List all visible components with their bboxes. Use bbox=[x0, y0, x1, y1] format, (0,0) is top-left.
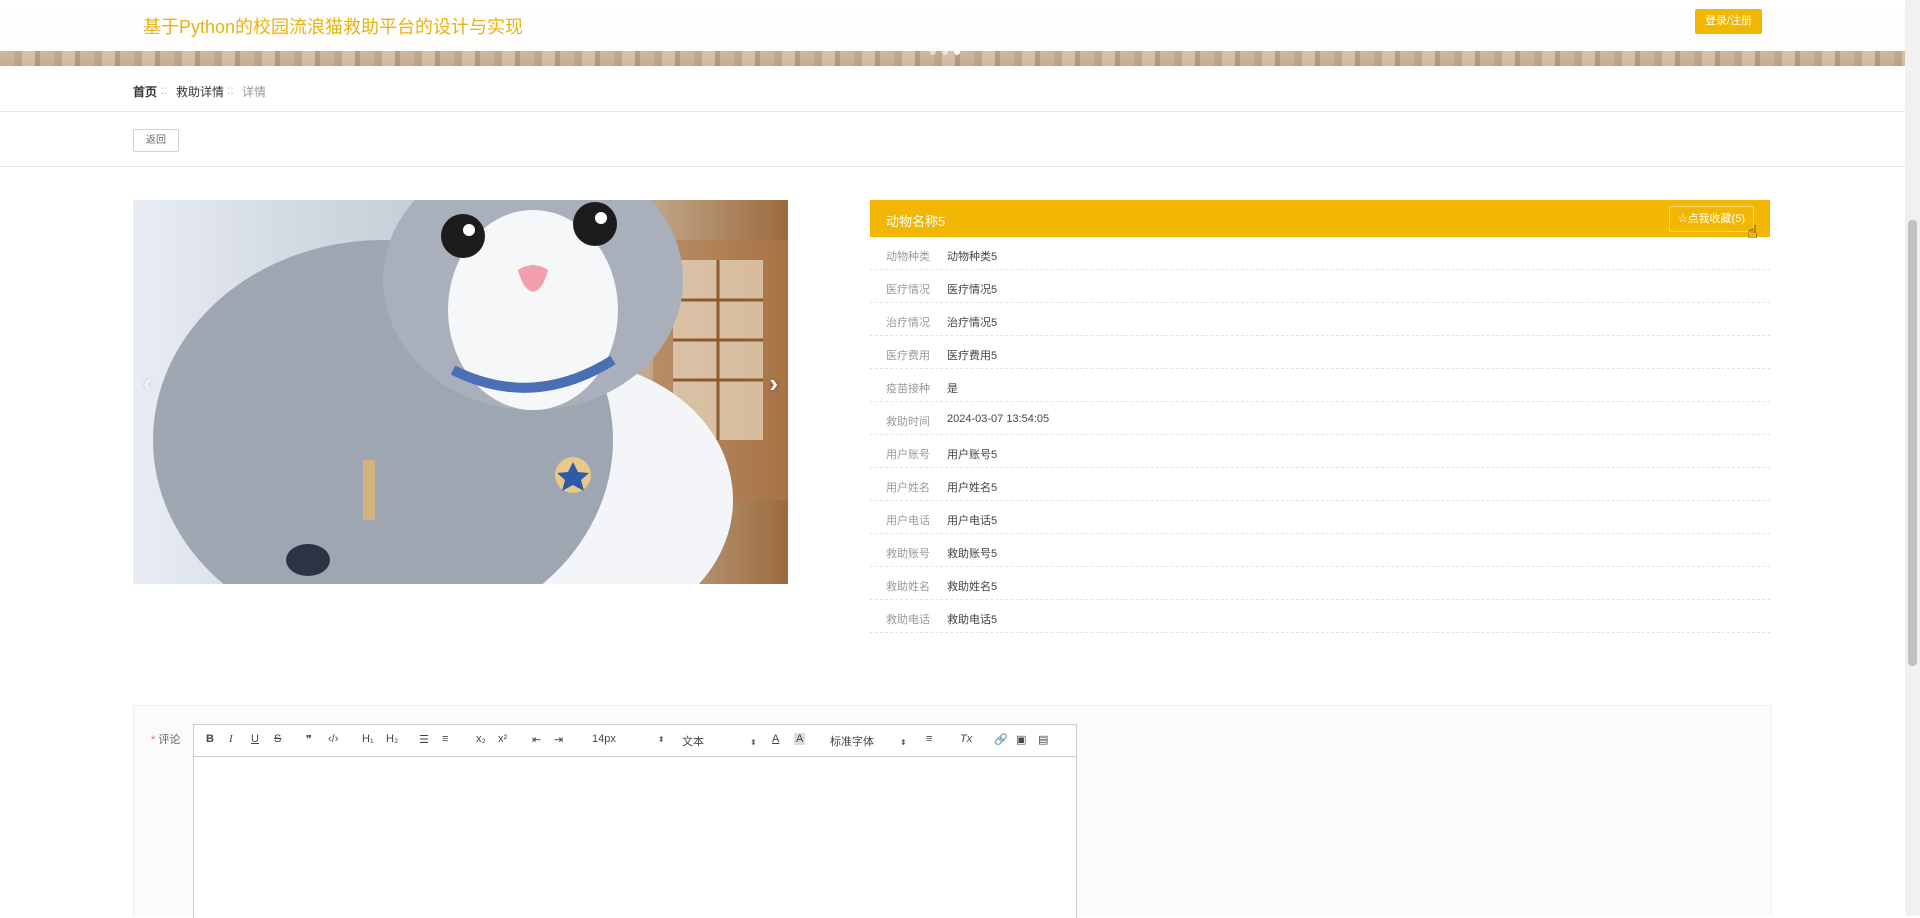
carousel-dot[interactable] bbox=[930, 49, 936, 55]
carousel-dot[interactable] bbox=[942, 49, 948, 55]
detail-row: 救助电话 救助电话5 bbox=[870, 600, 1770, 633]
detail-row: 医疗费用 医疗费用5 bbox=[870, 336, 1770, 369]
detail-row: 救助账号 救助账号5 bbox=[870, 534, 1770, 567]
underline-button[interactable]: U bbox=[251, 733, 259, 745]
comment-textarea[interactable] bbox=[194, 757, 1076, 917]
breadcrumb-separator: :: bbox=[161, 83, 168, 97]
comment-editor: B I U S ❞ ‹/› H₁ H₂ ☰ ≡ x₂ x² ⇤ ⇥ 14px ⬍ … bbox=[193, 724, 1077, 918]
detail-row: 用户姓名 用户姓名5 bbox=[870, 468, 1770, 501]
detail-key: 用户电话 bbox=[886, 515, 930, 527]
carousel-next-arrow[interactable]: › bbox=[769, 368, 778, 399]
superscript-button[interactable]: x² bbox=[498, 733, 507, 745]
breadcrumb-section[interactable]: 救助详情 bbox=[176, 83, 224, 100]
breadcrumb-separator: :: bbox=[227, 83, 234, 97]
code-block-icon[interactable]: ‹/› bbox=[328, 733, 338, 745]
detail-row: 治疗情况 治疗情况5 bbox=[870, 303, 1770, 336]
scrollbar-thumb[interactable] bbox=[1908, 220, 1917, 666]
detail-row: 医疗情况 医疗情况5 bbox=[870, 270, 1770, 303]
carousel-dots bbox=[930, 49, 960, 55]
detail-value: 救助电话5 bbox=[947, 614, 998, 626]
breadcrumb-home[interactable]: 首页 bbox=[133, 83, 157, 100]
detail-value: 用户电话5 bbox=[947, 515, 998, 527]
top-bar: 基于Python的校园流浪猫救助平台的设计与实现 登录/注册 bbox=[0, 0, 1905, 51]
detail-key: 救助账号 bbox=[886, 548, 930, 560]
strike-button[interactable]: S bbox=[274, 733, 281, 745]
carousel-dot-active[interactable] bbox=[954, 49, 960, 55]
detail-key: 救助姓名 bbox=[886, 581, 930, 593]
detail-value: 救助姓名5 bbox=[947, 581, 998, 593]
detail-panel: 动物名称5 ☆点我收藏(5) ☝ 动物种类 动物种类5 医疗情况 医疗情况5 治疗情况治… bbox=[870, 200, 1770, 633]
detail-key: 用户姓名 bbox=[886, 482, 930, 494]
animal-photo: ‹ › bbox=[133, 200, 788, 584]
detail-key: 疫苗接种 bbox=[886, 383, 930, 395]
page-scrollbar[interactable] bbox=[1905, 0, 1920, 916]
login-register-button[interactable]: 登录/注册 bbox=[1695, 9, 1762, 34]
detail-key: 医疗费用 bbox=[886, 350, 930, 362]
detail-value: 动物种类5 bbox=[947, 251, 998, 263]
detail-key: 医疗情况 bbox=[886, 284, 930, 296]
indent-icon[interactable]: ⇥ bbox=[554, 733, 563, 746]
editor-toolbar: B I U S ❞ ‹/› H₁ H₂ ☰ ≡ x₂ x² ⇤ ⇥ 14px ⬍ … bbox=[194, 725, 1076, 757]
site-title[interactable]: 基于Python的校园流浪猫救助平台的设计与实现 bbox=[143, 13, 523, 39]
detail-row: 动物种类 动物种类5 bbox=[870, 237, 1770, 270]
detail-value: 2024-03-07 13:54:05 bbox=[947, 413, 1050, 425]
detail-key: 治疗情况 bbox=[886, 317, 930, 329]
outdent-icon[interactable]: ⇤ bbox=[532, 733, 541, 746]
comment-label: * 评论 bbox=[151, 734, 181, 746]
bold-button[interactable]: B bbox=[206, 733, 214, 745]
kitten-illustration bbox=[153, 200, 788, 584]
detail-value: 用户账号5 bbox=[947, 449, 998, 461]
detail-row: 用户账号 用户账号5 bbox=[870, 435, 1770, 468]
animal-name: 动物名称5 bbox=[886, 214, 946, 229]
detail-row: 救助时间 2024-03-07 13:54:05 bbox=[870, 402, 1770, 435]
detail-value: 是 bbox=[947, 383, 958, 395]
link-icon[interactable]: 🔗 bbox=[994, 733, 1008, 746]
detail-key: 救助电话 bbox=[886, 614, 930, 626]
video-icon[interactable]: ▤ bbox=[1038, 733, 1048, 746]
clean-format-icon[interactable]: Tx bbox=[960, 733, 972, 745]
detail-header: 动物名称5 ☆点我收藏(5) ☝ bbox=[870, 200, 1770, 242]
favorite-button[interactable]: ☆点我收藏(5) bbox=[1668, 206, 1754, 232]
detail-value: 救助账号5 bbox=[947, 548, 998, 560]
header2-button[interactable]: H₂ bbox=[386, 733, 398, 745]
detail-list: 动物种类 动物种类5 医疗情况 医疗情况5 治疗情况 治疗情况5 医疗费用 医疗费用5 疫苗接种… bbox=[870, 237, 1770, 633]
blockquote-icon[interactable]: ❞ bbox=[306, 733, 312, 746]
detail-value: 医疗情况5 bbox=[947, 284, 998, 296]
header1-button[interactable]: H₁ bbox=[362, 733, 374, 745]
detail-row: 疫苗接种 是 bbox=[870, 369, 1770, 402]
italic-button[interactable]: I bbox=[229, 733, 233, 745]
detail-row: 救助姓名 救助姓名5 bbox=[870, 567, 1770, 600]
banner: 基于Python的校园流浪猫救助平台的设计与实现 登录/注册 bbox=[0, 0, 1905, 66]
text-color-icon[interactable]: A bbox=[772, 733, 779, 745]
detail-value: 医疗费用5 bbox=[947, 350, 998, 362]
subscript-button[interactable]: x₂ bbox=[476, 733, 486, 745]
font-family-select[interactable]: 标准字体 ⬍ bbox=[830, 733, 907, 749]
back-button[interactable]: 返回 bbox=[133, 129, 179, 152]
carousel-prev-arrow[interactable]: ‹ bbox=[143, 368, 152, 399]
detail-value: 治疗情况5 bbox=[947, 317, 998, 329]
image-icon[interactable]: ▣ bbox=[1016, 733, 1026, 746]
detail-value: 用户姓名5 bbox=[947, 482, 998, 494]
background-color-icon[interactable]: A bbox=[794, 733, 806, 745]
back-row: 返回 bbox=[0, 112, 1905, 167]
detail-key: 用户账号 bbox=[886, 449, 930, 461]
font-size-select[interactable]: 14px ⬍ bbox=[592, 733, 665, 745]
ordered-list-icon[interactable]: ☰ bbox=[419, 733, 429, 746]
detail-key: 救助时间 bbox=[886, 416, 930, 428]
comment-section: * 评论 B I U S ❞ ‹/› H₁ H₂ ☰ ≡ x₂ x² ⇤ ⇥ 1… bbox=[133, 705, 1772, 918]
breadcrumb-current: 详情 bbox=[242, 85, 267, 99]
detail-row: 用户电话 用户电话5 bbox=[870, 501, 1770, 534]
detail-key: 动物种类 bbox=[886, 251, 930, 263]
bullet-list-icon[interactable]: ≡ bbox=[442, 733, 448, 745]
breadcrumb: 首页 :: 救助详情 :: 详情 bbox=[0, 67, 1905, 112]
align-icon[interactable]: ≡ bbox=[926, 733, 932, 745]
header-select[interactable]: 文本 ⬍ bbox=[682, 733, 757, 749]
